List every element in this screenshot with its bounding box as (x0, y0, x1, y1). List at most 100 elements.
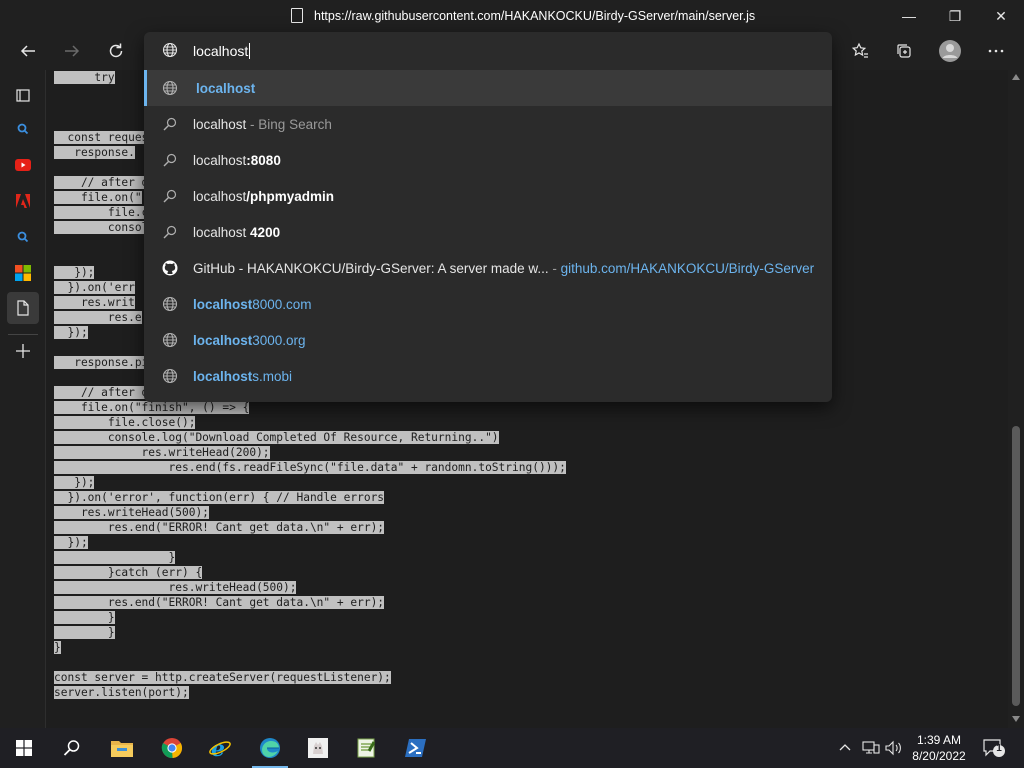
code-line: res.writeHead(500); (54, 580, 566, 595)
suggestion-label: localhosts.mobi (193, 369, 292, 384)
github-icon (161, 259, 179, 277)
code-text: response. (54, 146, 135, 159)
chrome-button[interactable] (148, 728, 196, 768)
suggestion-item[interactable]: GitHub - HAKANKOKCU/Birdy-GServer: A ser… (144, 250, 832, 286)
suggestion-item[interactable]: localhost/phpmyadmin (144, 178, 832, 214)
volume-icon[interactable] (885, 740, 903, 759)
tab-adobe[interactable] (7, 185, 39, 217)
code-line: }catch (err) { (54, 565, 566, 580)
refresh-button[interactable] (100, 35, 132, 67)
scroll-down-arrow-icon[interactable] (1012, 716, 1020, 722)
system-clock[interactable]: 1:39 AM 8/20/2022 (904, 732, 974, 764)
code-line: const server = http.createServer(request… (54, 670, 566, 685)
taskbar-search-button[interactable] (48, 728, 96, 768)
suggestion-item[interactable]: localhost8000.com (144, 286, 832, 322)
notepad-plus-plus-button[interactable] (342, 728, 390, 768)
suggestion-rest: 8000.com (252, 296, 312, 312)
adobe-icon (16, 194, 30, 208)
internet-explorer-icon: e (209, 737, 231, 759)
internet-explorer-button[interactable]: e (196, 728, 244, 768)
suggestion-bold: localhost (193, 296, 253, 312)
vertical-tabs-sidebar (0, 70, 46, 728)
suggestion-item[interactable]: localhost 4200 (144, 214, 832, 250)
edge-button[interactable] (246, 728, 294, 768)
tab-microsoft[interactable] (7, 257, 39, 289)
text-caret (249, 43, 251, 59)
cat-app-button[interactable] (294, 728, 342, 768)
suggestion-item[interactable]: localhost - Bing Search (144, 106, 832, 142)
code-line: } (54, 625, 566, 640)
forward-arrow-icon (65, 45, 80, 57)
suggestion-url: localhost (196, 81, 255, 96)
suggestion-label: GitHub - HAKANKOKCU/Birdy-GServer: A ser… (193, 261, 814, 276)
code-line: }); (54, 475, 566, 490)
favorites-button[interactable] (844, 35, 876, 67)
search-icon (161, 115, 179, 133)
tab-bing-search-2[interactable] (7, 221, 39, 253)
code-line (54, 655, 566, 670)
suggestion-rest: 3000.org (252, 332, 306, 348)
avatar-icon (939, 40, 961, 62)
code-text: res.writeHead(200); (54, 446, 270, 459)
code-text: file.on("finish", () => { (54, 401, 250, 414)
tab-bing-search-1[interactable] (7, 113, 39, 145)
settings-more-button[interactable] (980, 35, 1012, 67)
document-icon (291, 8, 303, 23)
code-text: consol (54, 221, 149, 234)
vertical-scrollbar[interactable] (1008, 70, 1024, 728)
tab-server-js-active[interactable] (7, 292, 39, 324)
suggestion-url: localhost8000.com (193, 297, 312, 312)
start-button[interactable] (0, 728, 48, 768)
back-button[interactable] (12, 35, 44, 67)
suggestion-item[interactable]: localhost3000.org (144, 322, 832, 358)
edge-icon (260, 738, 280, 758)
microsoft-logo-icon (15, 265, 31, 281)
code-text: }); (54, 326, 88, 339)
tab-actions-button[interactable] (7, 79, 39, 111)
suggestion-label: localhost 4200 (193, 225, 280, 240)
scroll-up-arrow-icon[interactable] (1012, 74, 1020, 80)
notification-center-button[interactable]: 1 (982, 738, 1006, 761)
suggestion-link: github.com/HAKANKOKCU/Birdy-GServer (560, 260, 815, 276)
notification-count-badge: 1 (996, 743, 1002, 754)
scrollbar-thumb[interactable] (1012, 426, 1020, 706)
suggestion-item[interactable]: localhosts.mobi (144, 358, 832, 394)
favorites-star-icon (851, 42, 868, 58)
suggestion-bold: :8080 (246, 152, 281, 168)
forward-button[interactable] (56, 35, 88, 67)
powershell-button[interactable] (392, 728, 440, 768)
code-line: } (54, 550, 566, 565)
code-text: res.writeHead(500); (54, 506, 209, 519)
address-bar-input[interactable]: localhost (144, 32, 832, 70)
new-tab-button[interactable] (7, 335, 39, 367)
code-text: const request (54, 131, 156, 144)
suggestion-item[interactable]: localhost:8080 (144, 142, 832, 178)
plus-icon (16, 344, 30, 358)
show-hidden-icons-chevron-icon[interactable] (838, 740, 852, 757)
globe-icon (161, 367, 179, 385)
profile-button[interactable] (934, 35, 966, 67)
suggestion-rest: localhost (193, 152, 247, 168)
restore-button[interactable]: ❐ (932, 0, 978, 32)
code-text: file.on(" (54, 191, 142, 204)
suggestion-rest: localhost (193, 224, 247, 240)
network-icon[interactable] (862, 740, 880, 759)
suggestion-item[interactable]: localhost (144, 70, 832, 106)
tab-youtube[interactable] (7, 149, 39, 181)
file-explorer-button[interactable] (98, 728, 146, 768)
code-text: res.end("ERROR! Cant get data.\n" + err)… (54, 521, 385, 534)
chrome-icon (161, 738, 183, 759)
collections-icon (897, 44, 911, 58)
suggestion-label: localhost:8080 (193, 153, 281, 168)
code-line: server.listen(port); (54, 685, 566, 700)
file-explorer-icon (111, 741, 133, 757)
collections-button[interactable] (888, 35, 920, 67)
minimize-button[interactable]: — (886, 0, 932, 32)
close-button[interactable]: ✕ (978, 0, 1024, 32)
